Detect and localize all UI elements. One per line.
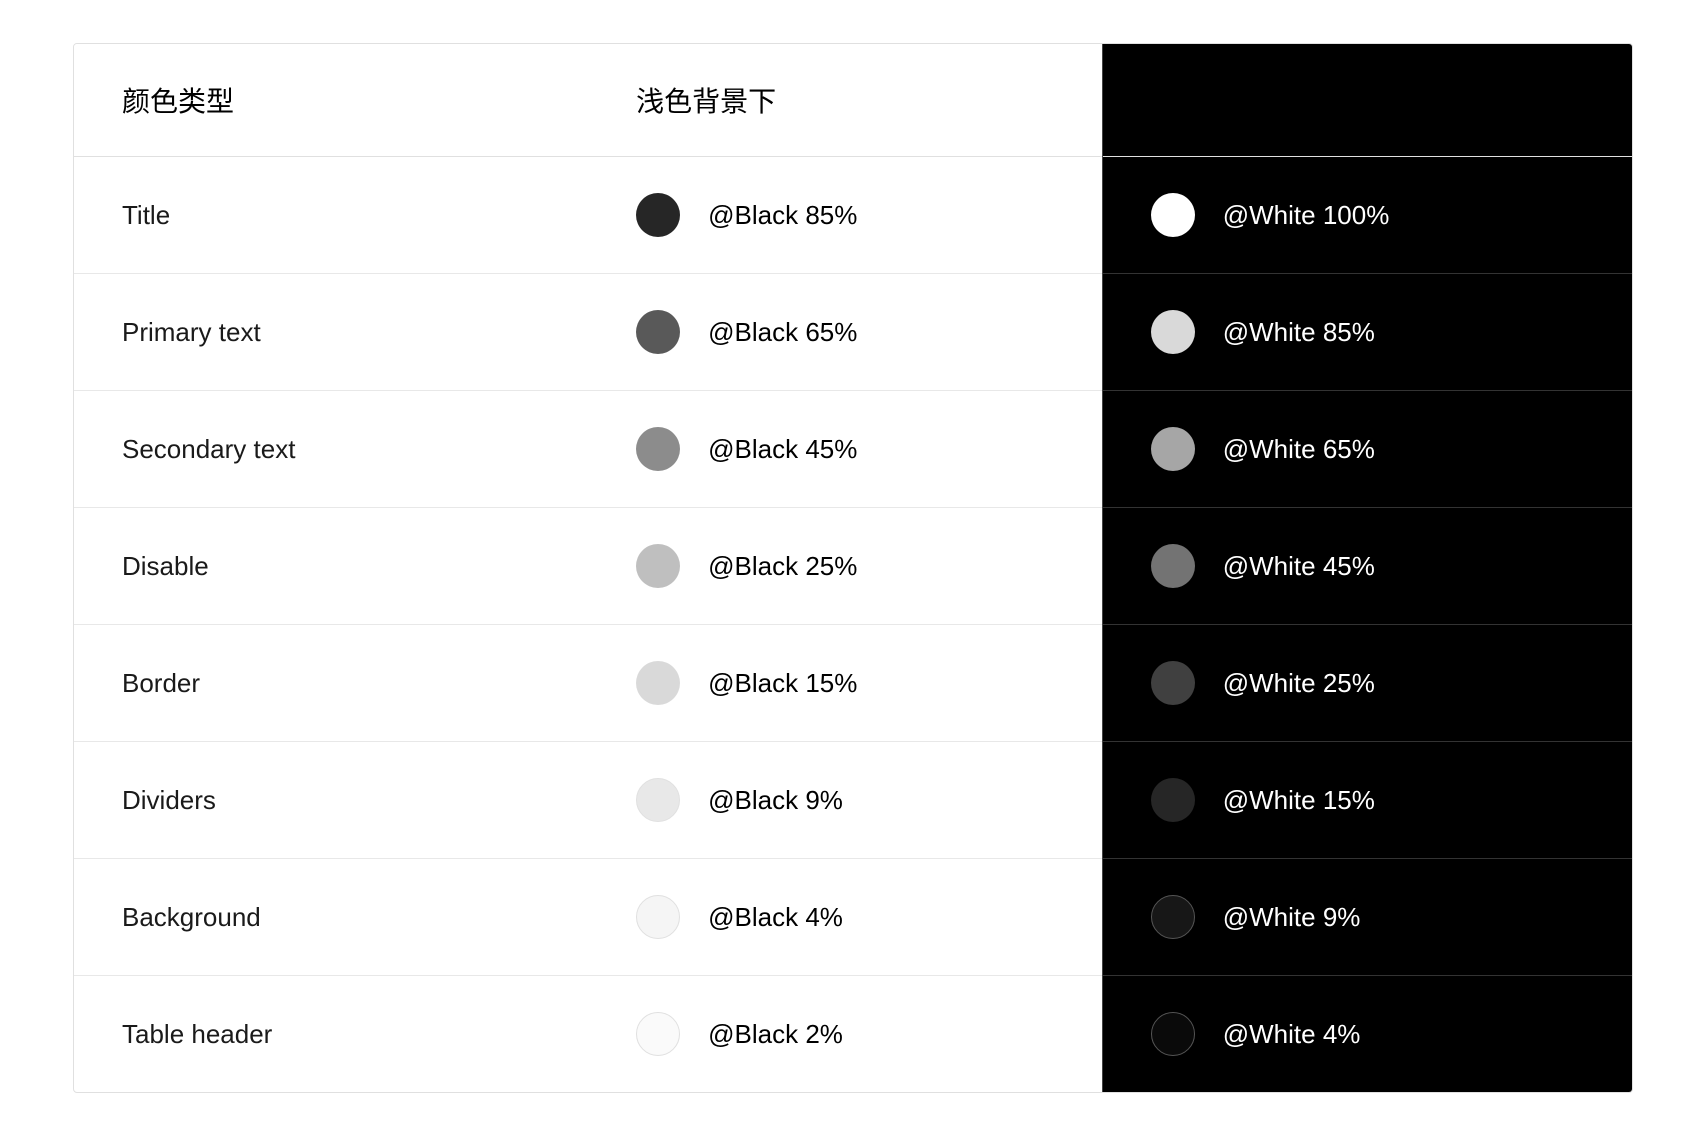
- light-color-dot: [636, 427, 680, 471]
- light-cell: @Black 45%: [588, 391, 1102, 508]
- light-color-label: @Black 85%: [708, 200, 857, 231]
- dark-color-label: @White 9%: [1223, 902, 1361, 933]
- color-table: 颜色类型 浅色背景下 深色背景下 Title @Black 85% @White 1…: [73, 43, 1633, 1093]
- light-cell: @Black 9%: [588, 742, 1102, 859]
- header-dark: 深色背景下: [1102, 44, 1632, 157]
- dark-cell: @White 100%: [1102, 157, 1632, 274]
- light-cell: @Black 15%: [588, 625, 1102, 742]
- type-cell: Border: [74, 625, 588, 742]
- table-row: Primary text @Black 65% @White 85%: [74, 274, 1632, 391]
- dark-color-dot: [1151, 310, 1195, 354]
- dark-cell: @White 45%: [1102, 508, 1632, 625]
- table-row: Dividers @Black 9% @White 15%: [74, 742, 1632, 859]
- dark-color-label: @White 100%: [1223, 200, 1390, 231]
- table-row: Disable @Black 25% @White 45%: [74, 508, 1632, 625]
- header-light: 浅色背景下: [588, 44, 1102, 157]
- dark-cell: @White 9%: [1102, 859, 1632, 976]
- dark-color-dot: [1151, 544, 1195, 588]
- light-color-dot: [636, 310, 680, 354]
- dark-color-dot: [1151, 895, 1195, 939]
- light-color-dot: [636, 895, 680, 939]
- dark-color-dot: [1151, 193, 1195, 237]
- dark-color-dot: [1151, 427, 1195, 471]
- light-color-label: @Black 2%: [708, 1019, 843, 1050]
- table-row: Border @Black 15% @White 25%: [74, 625, 1632, 742]
- dark-cell: @White 4%: [1102, 976, 1632, 1093]
- dark-cell: @White 85%: [1102, 274, 1632, 391]
- dark-color-label: @White 25%: [1223, 668, 1375, 699]
- light-cell: @Black 65%: [588, 274, 1102, 391]
- dark-color-label: @White 4%: [1223, 1019, 1361, 1050]
- table-row: Title @Black 85% @White 100%: [74, 157, 1632, 274]
- light-color-label: @Black 65%: [708, 317, 857, 348]
- type-cell: Title: [74, 157, 588, 274]
- dark-color-label: @White 15%: [1223, 785, 1375, 816]
- dark-color-label: @White 85%: [1223, 317, 1375, 348]
- dark-cell: @White 65%: [1102, 391, 1632, 508]
- dark-cell: @White 25%: [1102, 625, 1632, 742]
- light-color-label: @Black 15%: [708, 668, 857, 699]
- light-color-dot: [636, 1012, 680, 1056]
- type-cell: Disable: [74, 508, 588, 625]
- header-type: 颜色类型: [74, 44, 588, 157]
- table-row: Table header @Black 2% @White 4%: [74, 976, 1632, 1093]
- dark-color-label: @White 45%: [1223, 551, 1375, 582]
- light-color-dot: [636, 778, 680, 822]
- light-cell: @Black 25%: [588, 508, 1102, 625]
- table-row: Secondary text @Black 45% @White 65%: [74, 391, 1632, 508]
- type-cell: Table header: [74, 976, 588, 1093]
- type-cell: Background: [74, 859, 588, 976]
- light-color-dot: [636, 544, 680, 588]
- light-color-label: @Black 25%: [708, 551, 857, 582]
- light-cell: @Black 2%: [588, 976, 1102, 1093]
- dark-color-label: @White 65%: [1223, 434, 1375, 465]
- dark-cell: @White 15%: [1102, 742, 1632, 859]
- dark-color-dot: [1151, 1012, 1195, 1056]
- light-color-label: @Black 9%: [708, 785, 843, 816]
- light-color-dot: [636, 193, 680, 237]
- light-color-dot: [636, 661, 680, 705]
- light-cell: @Black 4%: [588, 859, 1102, 976]
- dark-color-dot: [1151, 778, 1195, 822]
- light-cell: @Black 85%: [588, 157, 1102, 274]
- dark-color-dot: [1151, 661, 1195, 705]
- type-cell: Dividers: [74, 742, 588, 859]
- light-color-label: @Black 45%: [708, 434, 857, 465]
- type-cell: Secondary text: [74, 391, 588, 508]
- table-row: Background @Black 4% @White 9%: [74, 859, 1632, 976]
- type-cell: Primary text: [74, 274, 588, 391]
- light-color-label: @Black 4%: [708, 902, 843, 933]
